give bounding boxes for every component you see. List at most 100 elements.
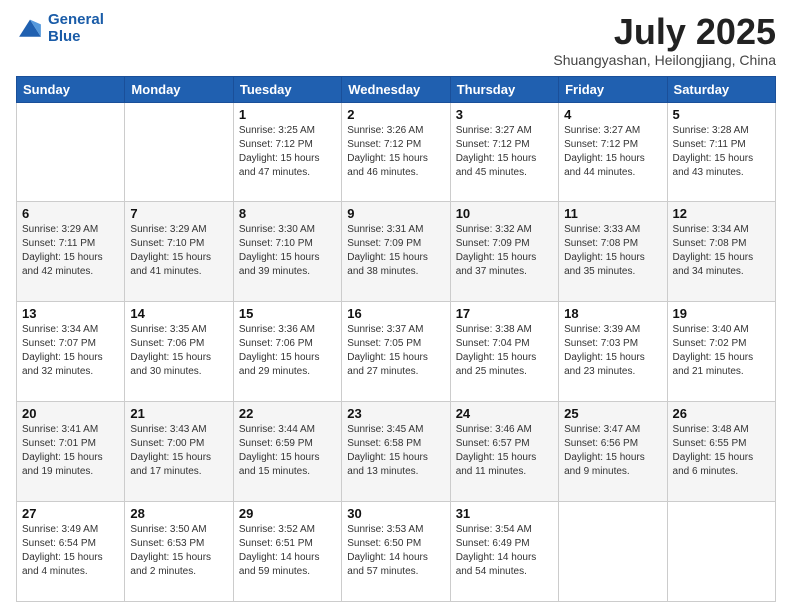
day-info: Sunrise: 3:29 AM Sunset: 7:10 PM Dayligh…: [130, 223, 227, 279]
day-info: Sunrise: 3:50 AM Sunset: 6:53 PM Dayligh…: [130, 523, 227, 579]
col-thursday: Thursday: [450, 76, 558, 102]
calendar-cell: 22 Sunrise: 3:44 AM Sunset: 6:59 PM Dayli…: [233, 402, 341, 502]
day-number: 2: [347, 107, 444, 122]
day-number: 16: [347, 306, 444, 321]
calendar-cell: 2 Sunrise: 3:26 AM Sunset: 7:12 PM Daylig…: [342, 102, 450, 202]
day-number: 26: [673, 406, 770, 421]
day-number: 15: [239, 306, 336, 321]
calendar-cell: 7Sunrise: 3:29 AM Sunset: 7:10 PM Daylig…: [125, 202, 233, 302]
day-number: 1: [239, 107, 336, 122]
calendar-cell: 25Sunrise: 3:47 AM Sunset: 6:56 PM Dayli…: [559, 402, 667, 502]
day-number: 29: [239, 506, 336, 521]
calendar-cell: 1 Sunrise: 3:25 AM Sunset: 7:12 PM Daylig…: [233, 102, 341, 202]
calendar-cell: 13Sunrise: 3:34 AM Sunset: 7:07 PM Dayli…: [17, 302, 125, 402]
day-info: Sunrise: 3:46 AM Sunset: 6:57 PM Dayligh…: [456, 423, 553, 479]
calendar-cell: 5 Sunrise: 3:28 AM Sunset: 7:11 PM Daylig…: [667, 102, 775, 202]
day-number: 9: [347, 206, 444, 221]
calendar-week-4: 20 Sunrise: 3:41 AM Sunset: 7:01 PM Dayli…: [17, 402, 776, 502]
day-number: 3: [456, 107, 553, 122]
day-info: Sunrise: 3:54 AM Sunset: 6:49 PM Dayligh…: [456, 523, 553, 579]
calendar-cell: 27Sunrise: 3:49 AM Sunset: 6:54 PM Dayli…: [17, 502, 125, 602]
header: General Blue July 2025 Shuangyashan, Hei…: [16, 12, 776, 68]
logo-icon: [16, 15, 44, 43]
calendar-cell: 15 Sunrise: 3:36 AM Sunset: 7:06 PM Dayli…: [233, 302, 341, 402]
title-block: July 2025 Shuangyashan, Heilongjiang, Ch…: [553, 12, 776, 68]
calendar-cell: 28 Sunrise: 3:50 AM Sunset: 6:53 PM Dayli…: [125, 502, 233, 602]
page: General Blue July 2025 Shuangyashan, Hei…: [0, 0, 792, 612]
day-number: 27: [22, 506, 119, 521]
day-number: 30: [347, 506, 444, 521]
calendar-cell: 8 Sunrise: 3:30 AM Sunset: 7:10 PM Daylig…: [233, 202, 341, 302]
day-number: 23: [347, 406, 444, 421]
day-info: Sunrise: 3:53 AM Sunset: 6:50 PM Dayligh…: [347, 523, 444, 579]
day-info: Sunrise: 3:40 AM Sunset: 7:02 PM Dayligh…: [673, 323, 770, 379]
calendar-cell: 4 Sunrise: 3:27 AM Sunset: 7:12 PM Daylig…: [559, 102, 667, 202]
day-number: 12: [673, 206, 770, 221]
day-info: Sunrise: 3:27 AM Sunset: 7:12 PM Dayligh…: [564, 124, 661, 180]
calendar-cell: 10 Sunrise: 3:32 AM Sunset: 7:09 PM Dayli…: [450, 202, 558, 302]
day-number: 22: [239, 406, 336, 421]
col-wednesday: Wednesday: [342, 76, 450, 102]
day-info: Sunrise: 3:44 AM Sunset: 6:59 PM Dayligh…: [239, 423, 336, 479]
logo: General Blue: [16, 12, 104, 45]
calendar-cell: 30 Sunrise: 3:53 AM Sunset: 6:50 PM Dayli…: [342, 502, 450, 602]
day-info: Sunrise: 3:27 AM Sunset: 7:12 PM Dayligh…: [456, 124, 553, 180]
calendar-cell: 6Sunrise: 3:29 AM Sunset: 7:11 PM Daylig…: [17, 202, 125, 302]
calendar-week-5: 27Sunrise: 3:49 AM Sunset: 6:54 PM Dayli…: [17, 502, 776, 602]
col-monday: Monday: [125, 76, 233, 102]
day-info: Sunrise: 3:36 AM Sunset: 7:06 PM Dayligh…: [239, 323, 336, 379]
day-info: Sunrise: 3:32 AM Sunset: 7:09 PM Dayligh…: [456, 223, 553, 279]
calendar-cell: 12 Sunrise: 3:34 AM Sunset: 7:08 PM Dayli…: [667, 202, 775, 302]
day-info: Sunrise: 3:47 AM Sunset: 6:56 PM Dayligh…: [564, 423, 661, 479]
day-number: 21: [130, 406, 227, 421]
day-number: 4: [564, 107, 661, 122]
day-number: 18: [564, 306, 661, 321]
day-info: Sunrise: 3:39 AM Sunset: 7:03 PM Dayligh…: [564, 323, 661, 379]
day-number: 5: [673, 107, 770, 122]
calendar-week-3: 13Sunrise: 3:34 AM Sunset: 7:07 PM Dayli…: [17, 302, 776, 402]
logo-text: General Blue: [48, 12, 104, 45]
calendar-cell: [559, 502, 667, 602]
day-info: Sunrise: 3:33 AM Sunset: 7:08 PM Dayligh…: [564, 223, 661, 279]
day-number: 31: [456, 506, 553, 521]
calendar-week-2: 6Sunrise: 3:29 AM Sunset: 7:11 PM Daylig…: [17, 202, 776, 302]
day-number: 6: [22, 206, 119, 221]
day-number: 13: [22, 306, 119, 321]
calendar-cell: [667, 502, 775, 602]
day-number: 8: [239, 206, 336, 221]
day-info: Sunrise: 3:38 AM Sunset: 7:04 PM Dayligh…: [456, 323, 553, 379]
day-info: Sunrise: 3:30 AM Sunset: 7:10 PM Dayligh…: [239, 223, 336, 279]
calendar-cell: 18 Sunrise: 3:39 AM Sunset: 7:03 PM Dayli…: [559, 302, 667, 402]
calendar-cell: [125, 102, 233, 202]
calendar-cell: 14Sunrise: 3:35 AM Sunset: 7:06 PM Dayli…: [125, 302, 233, 402]
day-number: 10: [456, 206, 553, 221]
month-title: July 2025: [553, 12, 776, 52]
day-number: 28: [130, 506, 227, 521]
day-number: 17: [456, 306, 553, 321]
calendar-cell: [17, 102, 125, 202]
day-info: Sunrise: 3:28 AM Sunset: 7:11 PM Dayligh…: [673, 124, 770, 180]
col-saturday: Saturday: [667, 76, 775, 102]
day-info: Sunrise: 3:43 AM Sunset: 7:00 PM Dayligh…: [130, 423, 227, 479]
day-number: 14: [130, 306, 227, 321]
calendar-cell: 19 Sunrise: 3:40 AM Sunset: 7:02 PM Dayli…: [667, 302, 775, 402]
calendar-header-row: Sunday Monday Tuesday Wednesday Thursday…: [17, 76, 776, 102]
day-number: 19: [673, 306, 770, 321]
day-info: Sunrise: 3:48 AM Sunset: 6:55 PM Dayligh…: [673, 423, 770, 479]
calendar-cell: 20 Sunrise: 3:41 AM Sunset: 7:01 PM Dayli…: [17, 402, 125, 502]
calendar-body: 1 Sunrise: 3:25 AM Sunset: 7:12 PM Daylig…: [17, 102, 776, 601]
calendar-cell: 31 Sunrise: 3:54 AM Sunset: 6:49 PM Dayli…: [450, 502, 558, 602]
calendar-cell: 17 Sunrise: 3:38 AM Sunset: 7:04 PM Dayli…: [450, 302, 558, 402]
col-tuesday: Tuesday: [233, 76, 341, 102]
day-info: Sunrise: 3:34 AM Sunset: 7:08 PM Dayligh…: [673, 223, 770, 279]
location-title: Shuangyashan, Heilongjiang, China: [553, 52, 776, 68]
day-info: Sunrise: 3:37 AM Sunset: 7:05 PM Dayligh…: [347, 323, 444, 379]
calendar-cell: 26 Sunrise: 3:48 AM Sunset: 6:55 PM Dayli…: [667, 402, 775, 502]
calendar-cell: 24Sunrise: 3:46 AM Sunset: 6:57 PM Dayli…: [450, 402, 558, 502]
day-info: Sunrise: 3:25 AM Sunset: 7:12 PM Dayligh…: [239, 124, 336, 180]
day-info: Sunrise: 3:45 AM Sunset: 6:58 PM Dayligh…: [347, 423, 444, 479]
day-info: Sunrise: 3:41 AM Sunset: 7:01 PM Dayligh…: [22, 423, 119, 479]
day-info: Sunrise: 3:26 AM Sunset: 7:12 PM Dayligh…: [347, 124, 444, 180]
day-number: 20: [22, 406, 119, 421]
day-info: Sunrise: 3:31 AM Sunset: 7:09 PM Dayligh…: [347, 223, 444, 279]
